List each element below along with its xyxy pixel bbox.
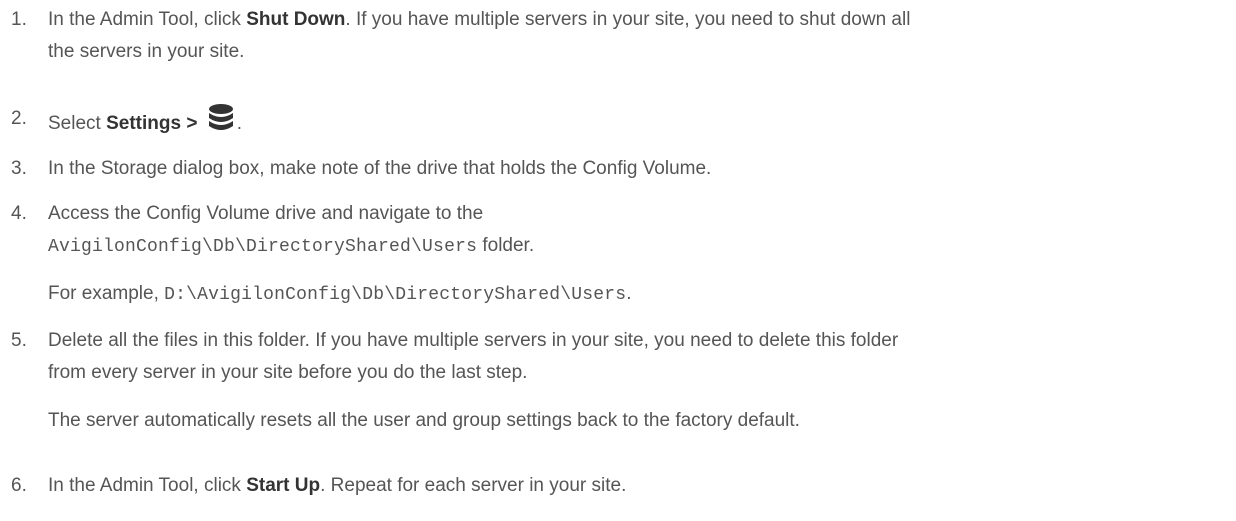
start-up-label: Start Up [246, 475, 321, 496]
database-icon [207, 103, 235, 135]
example-text: For example, D:\AvigilonConfig\Db\Direct… [48, 283, 632, 305]
settings-label: Settings [106, 113, 182, 134]
step-number: 3. [11, 158, 27, 179]
example-path: D:\AvigilonConfig\Db\DirectoryShared\Use… [164, 285, 627, 305]
folder-path: AvigilonConfig\Db\DirectoryShared\Users [48, 237, 478, 257]
step-number: 5. [11, 330, 27, 351]
step-text: Delete all the files in this folder. If … [48, 330, 899, 383]
instruction-list: 1. In the Admin Tool, click Shut Down. I… [0, 0, 1236, 521]
step-text: In the Admin Tool, click Shut Down. If y… [48, 9, 911, 62]
step-text: In the Storage dialog box, make note of … [48, 158, 712, 179]
step-note: The server automatically resets all the … [48, 410, 800, 431]
step-number: 4. [11, 203, 27, 224]
shut-down-label: Shut Down [246, 9, 346, 30]
step-text: Select Settings > . [48, 103, 1228, 140]
step-number: 1. [11, 9, 27, 30]
step-text: Access the Config Volume drive and navig… [48, 203, 535, 257]
step-text: In the Admin Tool, click Start Up. Repea… [48, 475, 627, 496]
step-number: 2. [11, 108, 27, 129]
step-number: 6. [11, 475, 27, 496]
